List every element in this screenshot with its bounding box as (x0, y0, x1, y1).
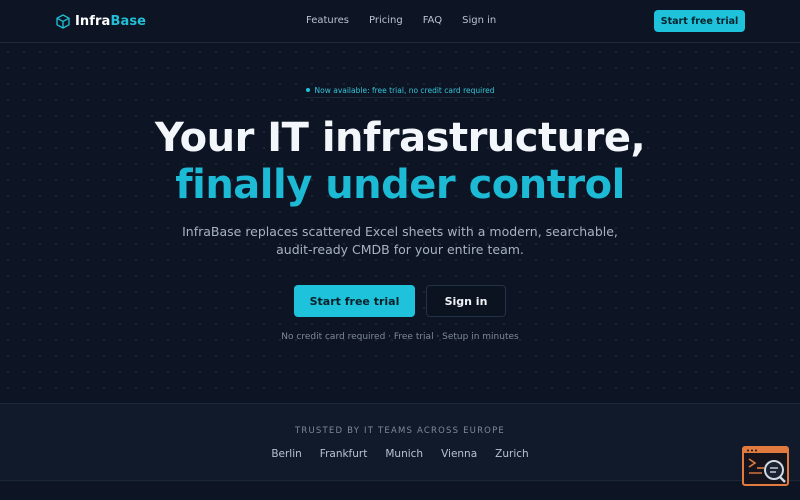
city-item: Vienna (441, 448, 478, 460)
header-start-trial-button[interactable]: Start free trial (654, 10, 745, 32)
nav-sign-in-link[interactable]: Sign in (462, 15, 496, 26)
hero-start-trial-button[interactable]: Start free trial (294, 285, 415, 317)
main-nav: Features Pricing FAQ Sign in (306, 15, 496, 26)
availability-badge-text: Now available: free trial, no credit car… (314, 85, 495, 95)
nav-faq-link[interactable]: FAQ (423, 15, 442, 26)
hero-subtitle-line2: audit-ready CMDB for your entire team. (276, 242, 524, 257)
city-list: Berlin Frankfurt Munich Vienna Zurich (0, 448, 800, 460)
inspect-widget-button[interactable] (742, 446, 789, 486)
city-item: Frankfurt (319, 448, 368, 460)
availability-badge[interactable]: Now available: free trial, no credit car… (305, 83, 495, 98)
top-header: InfraBase Features Pricing FAQ Sign in S… (0, 0, 800, 43)
city-item: Berlin (271, 448, 302, 460)
nav-features-link[interactable]: Features (306, 15, 349, 26)
city-item: Zurich (495, 448, 529, 460)
landing-page: InfraBase Features Pricing FAQ Sign in S… (0, 0, 800, 500)
brand-name-part1: Infra (75, 13, 111, 29)
hero-title-line1: Your IT infrastructure, (154, 115, 646, 161)
cube-icon (56, 13, 70, 29)
page-footer-edge (0, 482, 800, 500)
inspect-widget-icon (744, 448, 787, 484)
hero-title-line2: finally under control (175, 162, 625, 208)
trusted-by-title: TRUSTED BY IT TEAMS ACROSS EUROPE (295, 426, 505, 436)
status-dot-icon (305, 88, 310, 92)
hero-subtitle-line1: InfraBase replaces scattered Excel sheet… (182, 224, 618, 239)
hero-note: No credit card required · Free trial · S… (281, 332, 519, 342)
brand-name-part2: Base (110, 13, 147, 29)
nav-pricing-link[interactable]: Pricing (369, 15, 403, 26)
trusted-by-section: TRUSTED BY IT TEAMS ACROSS EUROPE Berlin… (0, 403, 800, 481)
brand-name: InfraBase (75, 14, 146, 29)
city-item: Munich (385, 448, 424, 460)
hero-sign-in-button[interactable]: Sign in (426, 285, 506, 317)
brand-logo[interactable]: InfraBase (56, 13, 146, 29)
